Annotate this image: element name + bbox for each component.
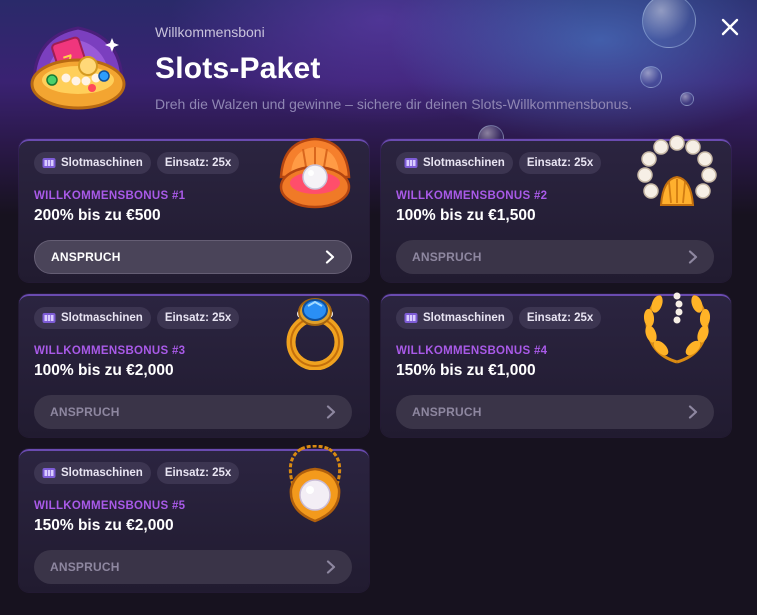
claim-button-label: ANSPRUCH [412,405,482,419]
tag-wager: Einsatz: 25x [156,307,240,329]
bonus-card-1: Slotmaschinen Einsatz: 25x WILLKOMMENSBO… [19,137,369,282]
tag-wager: Einsatz: 25x [518,307,602,329]
page-title: Slots-Paket [155,52,321,85]
slot-machine-icon [404,158,418,168]
chevron-right-icon [326,405,336,419]
tag-game-type: Slotmaschinen [396,152,513,174]
tag-game-type: Slotmaschinen [34,307,151,329]
tag-wager-label: Einsatz: 25x [164,157,232,169]
bonus-card-2: Slotmaschinen Einsatz: 25x WILLKOMMENSBO… [381,135,731,282]
pearl-pendant-icon [288,445,342,523]
gem-ring-icon [286,298,344,370]
tag-wager-label: Einsatz: 25x [164,467,232,479]
claim-button-label: ANSPRUCH [50,560,120,574]
claim-button[interactable]: ANSPRUCH [34,550,352,584]
tag-game-label: Slotmaschinen [423,312,505,324]
chevron-right-icon [325,250,335,264]
bonus-amount: 150% bis zu €1,000 [396,362,536,379]
claim-button-label: ANSPRUCH [51,250,121,264]
claim-button-label: ANSPRUCH [412,250,482,264]
pearl-bracelet-icon [637,135,717,206]
bonus-label: WILLKOMMENSBONUS #5 [34,500,186,512]
treasure-clam-icon: 7 [30,26,126,110]
bubble-decoration [680,92,694,106]
bonus-label: WILLKOMMENSBONUS #1 [34,190,186,202]
tag-game-type: Slotmaschinen [34,462,151,484]
bonus-amount: 200% bis zu €500 [34,207,161,224]
bonus-label: WILLKOMMENSBONUS #4 [396,345,548,357]
pearl-clam-icon [279,137,351,209]
bonus-card-3: Slotmaschinen Einsatz: 25x WILLKOMMENSBO… [19,294,369,437]
bonus-label: WILLKOMMENSBONUS #3 [34,345,186,357]
slot-machine-icon [42,313,56,323]
bubble-decoration [642,0,696,48]
tag-wager: Einsatz: 25x [518,152,602,174]
claim-button[interactable]: ANSPRUCH [34,395,352,429]
bonus-amount: 150% bis zu €2,000 [34,517,174,534]
tag-wager-label: Einsatz: 25x [526,157,594,169]
bubble-decoration [640,66,662,88]
tag-wager: Einsatz: 25x [156,462,240,484]
chevron-right-icon [326,560,336,574]
tag-game-label: Slotmaschinen [423,157,505,169]
tag-wager-label: Einsatz: 25x [526,312,594,324]
bonus-amount: 100% bis zu €1,500 [396,207,536,224]
close-icon [721,18,739,36]
golden-wreath-icon [643,292,711,364]
tag-wager: Einsatz: 25x [156,152,240,174]
tag-game-label: Slotmaschinen [61,157,143,169]
bonus-label: WILLKOMMENSBONUS #2 [396,190,548,202]
claim-button[interactable]: ANSPRUCH [396,395,714,429]
bonus-amount: 100% bis zu €2,000 [34,362,174,379]
tag-game-label: Slotmaschinen [61,467,143,479]
tag-game-type: Slotmaschinen [396,307,513,329]
eyebrow-label: Willkommensboni [155,24,265,40]
slot-machine-icon [42,468,56,478]
slot-machine-icon [42,158,56,168]
chevron-right-icon [688,405,698,419]
claim-button[interactable]: ANSPRUCH [396,240,714,274]
claim-button[interactable]: ANSPRUCH [34,240,352,274]
bonus-card-4: Slotmaschinen Einsatz: 25x WILLKOMMENSBO… [381,292,731,437]
tag-game-label: Slotmaschinen [61,312,143,324]
tag-wager-label: Einsatz: 25x [164,312,232,324]
bonus-card-5: Slotmaschinen Einsatz: 25x WILLKOMMENSBO… [19,445,369,592]
page-subtitle: Dreh die Walzen und gewinne – sichere di… [155,96,633,112]
claim-button-label: ANSPRUCH [50,405,120,419]
close-button[interactable] [717,14,743,40]
bonus-modal: 7 Willkommensboni Slots-Paket Dreh die W… [0,0,757,615]
tag-game-type: Slotmaschinen [34,152,151,174]
slot-machine-icon [404,313,418,323]
chevron-right-icon [688,250,698,264]
